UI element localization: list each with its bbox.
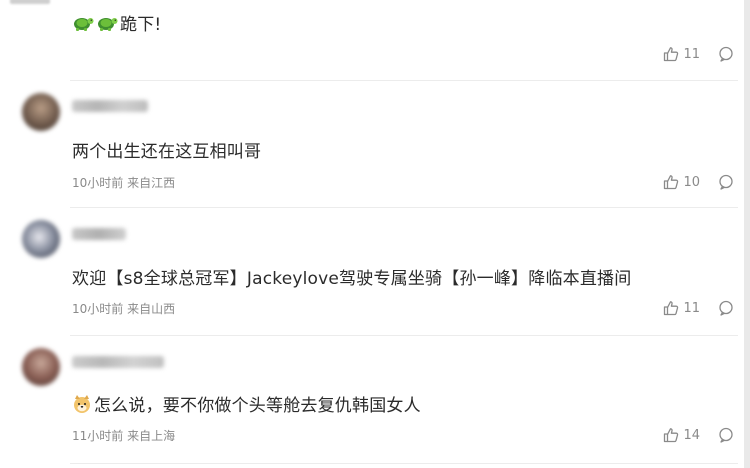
doge-emoji bbox=[72, 394, 92, 419]
reply-button[interactable] bbox=[718, 46, 734, 62]
avatar[interactable] bbox=[22, 93, 60, 131]
comment-icon bbox=[719, 300, 733, 316]
avatar[interactable] bbox=[22, 220, 60, 258]
turtle-emoji bbox=[72, 13, 94, 38]
reply-button[interactable] bbox=[718, 427, 734, 443]
like-count: 11 bbox=[683, 46, 700, 62]
comment-actions: 14 bbox=[663, 427, 734, 443]
divider bbox=[70, 463, 738, 464]
comment-meta: 11小时前 来自上海 bbox=[72, 429, 176, 443]
thumbs-up-icon bbox=[664, 428, 679, 443]
comment-text: 两个出生还在这互相叫哥 bbox=[72, 142, 262, 162]
scrollbar-track[interactable] bbox=[744, 0, 750, 468]
comment-item: 欢迎【s8全球总冠军】Jackeylove驾驶专属坐骑【孙一峰】降临本直播间 1… bbox=[0, 208, 744, 336]
thumbs-up-icon bbox=[664, 175, 679, 190]
username[interactable] bbox=[72, 100, 148, 112]
comment-actions: 11 bbox=[663, 46, 734, 62]
comment-list: 跪下! 11 两个出生还在这互相叫哥 10小时前 来自江西 10 欢迎【s8全球… bbox=[0, 0, 750, 468]
comment-item: 怎么说，要不你做个头等舱去复仇韩国女人 11小时前 来自上海 14 bbox=[0, 336, 744, 468]
comment-meta: 10小时前 来自江西 bbox=[72, 176, 176, 190]
comment-body: 两个出生还在这互相叫哥 bbox=[72, 137, 261, 162]
thumbs-up-icon bbox=[664, 47, 679, 62]
comment-item: 两个出生还在这互相叫哥 10小时前 来自江西 10 bbox=[0, 81, 744, 208]
like-button[interactable]: 10 bbox=[663, 174, 700, 190]
comment-meta: 10小时前 来自山西 bbox=[72, 302, 176, 316]
username[interactable] bbox=[72, 356, 164, 368]
like-button[interactable]: 11 bbox=[663, 46, 700, 62]
reply-button[interactable] bbox=[718, 174, 734, 190]
avatar[interactable] bbox=[22, 348, 60, 386]
like-count: 14 bbox=[683, 427, 700, 443]
comment-icon bbox=[719, 46, 733, 62]
like-button[interactable]: 14 bbox=[663, 427, 700, 443]
comment-actions: 11 bbox=[663, 300, 734, 316]
reply-button[interactable] bbox=[718, 300, 734, 316]
comment-item: 跪下! 11 bbox=[0, 0, 744, 81]
comment-body: 跪下! bbox=[72, 10, 161, 38]
like-count: 10 bbox=[683, 174, 700, 190]
like-count: 11 bbox=[683, 300, 700, 316]
comment-body: 怎么说，要不你做个头等舱去复仇韩国女人 bbox=[72, 391, 421, 419]
comment-actions: 10 bbox=[663, 174, 734, 190]
comment-icon bbox=[719, 174, 733, 190]
comment-text: 跪下! bbox=[120, 15, 162, 35]
comment-icon bbox=[719, 427, 733, 443]
like-button[interactable]: 11 bbox=[663, 300, 700, 316]
thumbs-up-icon bbox=[664, 301, 679, 316]
comment-text: 欢迎【s8全球总冠军】Jackeylove驾驶专属坐骑【孙一峰】降临本直播间 bbox=[72, 269, 632, 289]
comment-body: 欢迎【s8全球总冠军】Jackeylove驾驶专属坐骑【孙一峰】降临本直播间 bbox=[72, 264, 631, 289]
username[interactable] bbox=[72, 228, 126, 240]
turtle-emoji bbox=[96, 13, 118, 38]
comment-text: 怎么说，要不你做个头等舱去复仇韩国女人 bbox=[94, 396, 421, 416]
